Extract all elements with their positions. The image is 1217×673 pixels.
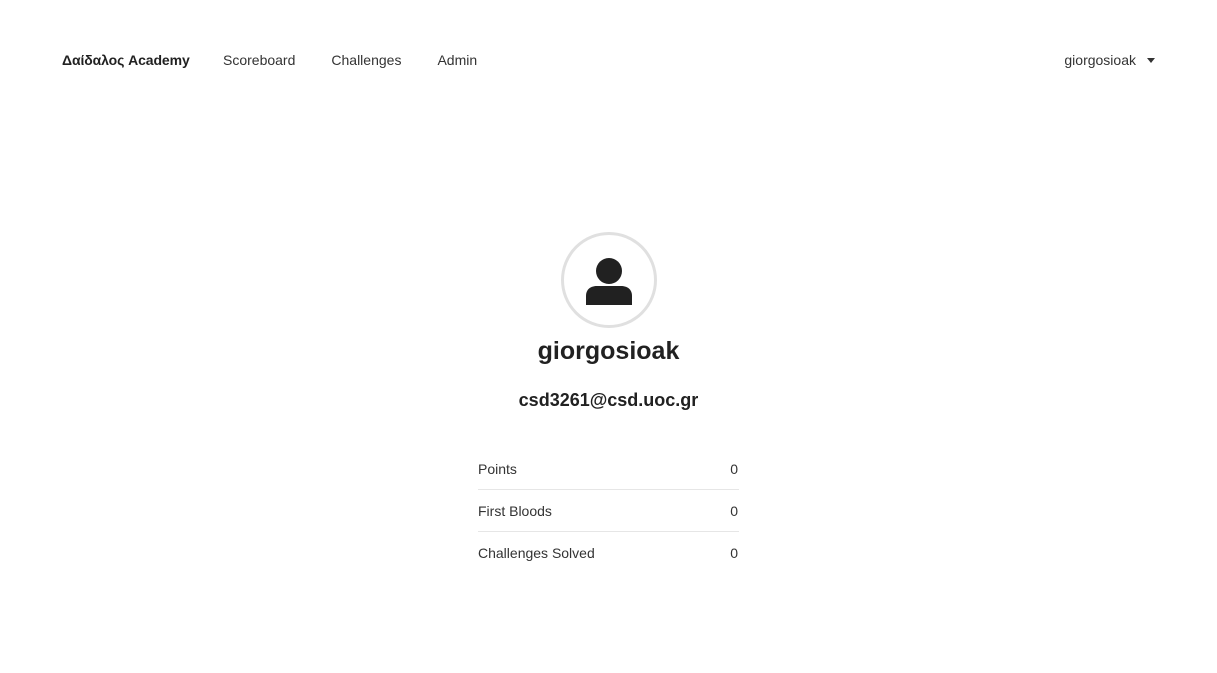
- stat-row-challenges-solved: Challenges Solved 0: [478, 532, 739, 574]
- profile-username: giorgosioak: [537, 337, 680, 365]
- profile-section: giorgosioak csd3261@csd.uoc.gr Points 0 …: [0, 232, 1217, 574]
- nav-links: Scoreboard Challenges Admin: [205, 52, 495, 68]
- stat-label: First Bloods: [478, 502, 552, 519]
- user-menu-dropdown[interactable]: giorgosioak: [1064, 52, 1155, 68]
- nav-link-challenges[interactable]: Challenges: [313, 52, 419, 68]
- caret-down-icon: [1147, 58, 1155, 63]
- nav-link-admin[interactable]: Admin: [419, 52, 495, 68]
- stat-row-points: Points 0: [478, 448, 739, 490]
- stat-label: Points: [478, 460, 517, 477]
- top-navbar: Δαίδαλος Academy Scoreboard Challenges A…: [0, 0, 1217, 124]
- user-menu-label: giorgosioak: [1064, 52, 1136, 68]
- nav-link-scoreboard[interactable]: Scoreboard: [205, 52, 313, 68]
- stat-value: 0: [730, 545, 738, 561]
- brand-link[interactable]: Δαίδαλος Academy: [62, 52, 190, 68]
- profile-email: csd3261@csd.uoc.gr: [518, 390, 699, 410]
- stat-value: 0: [730, 502, 738, 519]
- avatar: [560, 232, 657, 328]
- stat-row-first-bloods: First Bloods 0: [478, 490, 739, 532]
- stat-label: Challenges Solved: [478, 545, 595, 561]
- user-icon: [585, 258, 632, 305]
- stats-table: Points 0 First Bloods 0 Challenges Solve…: [478, 448, 739, 574]
- stat-value: 0: [730, 460, 738, 477]
